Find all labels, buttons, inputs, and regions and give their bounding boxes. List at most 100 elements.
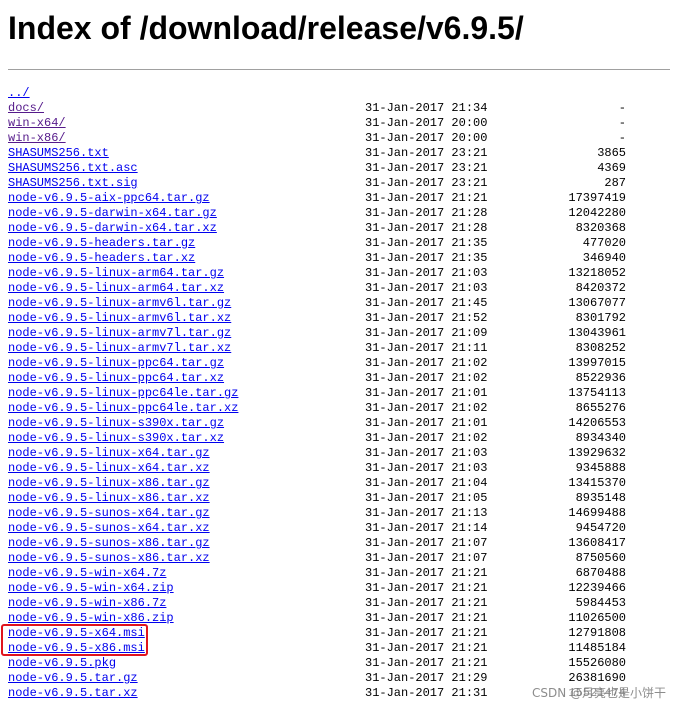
file-date: 31-Jan-2017 21:05 <box>365 491 488 505</box>
file-link[interactable]: node-v6.9.5-headers.tar.xz <box>8 251 195 266</box>
file-size: 13067077 <box>568 296 626 310</box>
file-link[interactable]: node-v6.9.5-linux-armv6l.tar.xz <box>8 311 231 326</box>
file-link[interactable]: node-v6.9.5-linux-armv7l.tar.gz <box>8 326 231 341</box>
file-date: 31-Jan-2017 21:03 <box>365 281 488 295</box>
file-date: 31-Jan-2017 21:35 <box>365 251 488 265</box>
file-link[interactable]: node-v6.9.5.tar.xz <box>8 686 138 701</box>
page-title: Index of /download/release/v6.9.5/ <box>8 10 524 46</box>
listing-row: win-x64/31-Jan-2017 20:00 - <box>8 116 626 131</box>
file-size: 3865 <box>597 146 626 160</box>
listing-row: node-v6.9.5-linux-s390x.tar.gz 31-Jan-201… <box>8 416 626 431</box>
file-link[interactable]: node-v6.9.5-sunos-x64.tar.xz <box>8 521 210 536</box>
listing-row: node-v6.9.5-sunos-x86.tar.gz 31-Jan-2017 … <box>8 536 626 551</box>
listing-row: ../ <box>8 86 626 101</box>
file-link[interactable]: node-v6.9.5-linux-ppc64.tar.xz <box>8 371 224 386</box>
listing-row: SHASUMS256.txt.asc 31-Jan-2017 23:21 4369 <box>8 161 626 176</box>
file-date: 31-Jan-2017 21:29 <box>365 671 488 685</box>
parent-directory-link[interactable]: ../ <box>8 86 30 101</box>
file-date: 31-Jan-2017 20:00 <box>365 131 488 145</box>
file-link[interactable]: node-v6.9.5-sunos-x64.tar.gz <box>8 506 210 521</box>
file-date: 31-Jan-2017 21:21 <box>365 656 488 670</box>
file-link[interactable]: node-v6.9.5-linux-armv7l.tar.xz <box>8 341 231 356</box>
file-link[interactable]: node-v6.9.5-linux-arm64.tar.gz <box>8 266 224 281</box>
file-link[interactable]: node-v6.9.5-darwin-x64.tar.gz <box>8 206 217 221</box>
file-size: 11026500 <box>568 611 626 625</box>
file-link[interactable]: node-v6.9.5-linux-ppc64le.tar.xz <box>8 401 238 416</box>
file-date: 31-Jan-2017 21:21 <box>365 191 488 205</box>
file-size: - <box>618 101 626 115</box>
file-date: 31-Jan-2017 21:21 <box>365 581 488 595</box>
file-link[interactable]: node-v6.9.5-linux-ppc64.tar.gz <box>8 356 224 371</box>
file-date: 31-Jan-2017 23:21 <box>365 146 488 160</box>
listing-row: node-v6.9.5-aix-ppc64.tar.gz 31-Jan-2017 … <box>8 191 626 206</box>
file-link[interactable]: node-v6.9.5-sunos-x86.tar.gz <box>8 536 210 551</box>
file-link[interactable]: node-v6.9.5-linux-s390x.tar.gz <box>8 416 224 431</box>
listing-row: node-v6.9.5-sunos-x86.tar.xz 31-Jan-2017 … <box>8 551 626 566</box>
file-date: 31-Jan-2017 21:02 <box>365 401 488 415</box>
file-size: 12042280 <box>568 206 626 220</box>
file-size: 11485184 <box>568 641 626 655</box>
listing-row: node-v6.9.5-linux-armv7l.tar.xz 31-Jan-20… <box>8 341 626 356</box>
file-link[interactable]: docs/ <box>8 101 44 116</box>
listing-row: node-v6.9.5-win-x64.zip 31-Jan-2017 21:21… <box>8 581 626 596</box>
file-size: 12239466 <box>568 581 626 595</box>
file-link[interactable]: node-v6.9.5-linux-ppc64le.tar.gz <box>8 386 238 401</box>
csdn-watermark: CSDN @月亮也是小饼干 <box>529 684 668 701</box>
listing-row: node-v6.9.5-linux-armv7l.tar.gz 31-Jan-20… <box>8 326 626 341</box>
listing-row: node-v6.9.5.pkg 31-Jan-2017 21:21 15526080 <box>8 656 626 671</box>
file-link[interactable]: node-v6.9.5.pkg <box>8 656 116 671</box>
file-size: 8320368 <box>575 221 626 235</box>
file-size: 13754113 <box>568 386 626 400</box>
file-size: 14699488 <box>568 506 626 520</box>
file-size: 8301792 <box>575 311 626 325</box>
file-link[interactable]: win-x86/ <box>8 131 66 146</box>
file-date: 31-Jan-2017 21:03 <box>365 461 488 475</box>
file-date: 31-Jan-2017 21:13 <box>365 506 488 520</box>
file-link[interactable]: node-v6.9.5-linux-x86.tar.xz <box>8 491 210 506</box>
file-link[interactable]: node-v6.9.5-win-x86.7z <box>8 596 166 611</box>
file-link[interactable]: SHASUMS256.txt.asc <box>8 161 138 176</box>
listing-row: node-v6.9.5-headers.tar.gz 31-Jan-2017 21… <box>8 236 626 251</box>
file-size: 12791808 <box>568 626 626 640</box>
file-date: 31-Jan-2017 21:11 <box>365 341 488 355</box>
listing-row: node-v6.9.5-darwin-x64.tar.gz 31-Jan-2017… <box>8 206 626 221</box>
file-size: 346940 <box>582 251 626 265</box>
listing-row: node-v6.9.5-linux-ppc64le.tar.xz 31-Jan-2… <box>8 401 626 416</box>
file-link[interactable]: node-v6.9.5-linux-x64.tar.gz <box>8 446 210 461</box>
file-link[interactable]: node-v6.9.5-aix-ppc64.tar.gz <box>8 191 210 206</box>
file-size: 5984453 <box>575 596 626 610</box>
title-divider <box>8 69 670 70</box>
file-listing: ../docs/31-Jan-2017 21:34- win-x64/31-Jan… <box>8 86 626 701</box>
file-date: 31-Jan-2017 23:21 <box>365 176 488 190</box>
file-link[interactable]: node-v6.9.5-win-x64.7z <box>8 566 166 581</box>
file-link[interactable]: node-v6.9.5-linux-armv6l.tar.gz <box>8 296 231 311</box>
file-date: 31-Jan-2017 21:21 <box>365 641 488 655</box>
file-link[interactable]: node-v6.9.5-win-x64.zip <box>8 581 174 596</box>
file-link[interactable]: node-v6.9.5-linux-arm64.tar.xz <box>8 281 224 296</box>
file-link[interactable]: node-v6.9.5-linux-x86.tar.gz <box>8 476 210 491</box>
listing-row: SHASUMS256.txt 31-Jan-2017 23:21 3865 <box>8 146 626 161</box>
listing-row: node-v6.9.5-sunos-x64.tar.xz 31-Jan-2017 … <box>8 521 626 536</box>
listing-row: node-v6.9.5-win-x86.7z 31-Jan-2017 21:21 5… <box>8 596 626 611</box>
file-link[interactable]: win-x64/ <box>8 116 66 131</box>
file-link[interactable]: SHASUMS256.txt.sig <box>8 176 138 191</box>
file-size: 13218052 <box>568 266 626 280</box>
file-link[interactable]: node-v6.9.5-linux-x64.tar.xz <box>8 461 210 476</box>
file-link[interactable]: SHASUMS256.txt <box>8 146 109 161</box>
file-link[interactable]: node-v6.9.5-headers.tar.gz <box>8 236 195 251</box>
file-size: 8655276 <box>575 401 626 415</box>
file-link[interactable]: node-v6.9.5-darwin-x64.tar.xz <box>8 221 217 236</box>
file-link[interactable]: node-v6.9.5-linux-s390x.tar.xz <box>8 431 224 446</box>
listing-row: node-v6.9.5-linux-ppc64.tar.gz 31-Jan-201… <box>8 356 626 371</box>
file-date: 31-Jan-2017 21:52 <box>365 311 488 325</box>
file-date: 31-Jan-2017 21:01 <box>365 386 488 400</box>
file-link[interactable]: node-v6.9.5-sunos-x86.tar.xz <box>8 551 210 566</box>
file-date: 31-Jan-2017 21:21 <box>365 626 488 640</box>
file-size: 8420372 <box>575 281 626 295</box>
listing-row: node-v6.9.5-linux-x64.tar.xz 31-Jan-2017 … <box>8 461 626 476</box>
file-size: 15526080 <box>568 656 626 670</box>
file-date: 31-Jan-2017 21:02 <box>365 356 488 370</box>
file-link[interactable]: node-v6.9.5.tar.gz <box>8 671 138 686</box>
listing-row: node-v6.9.5-darwin-x64.tar.xz 31-Jan-2017… <box>8 221 626 236</box>
file-date: 31-Jan-2017 21:21 <box>365 566 488 580</box>
